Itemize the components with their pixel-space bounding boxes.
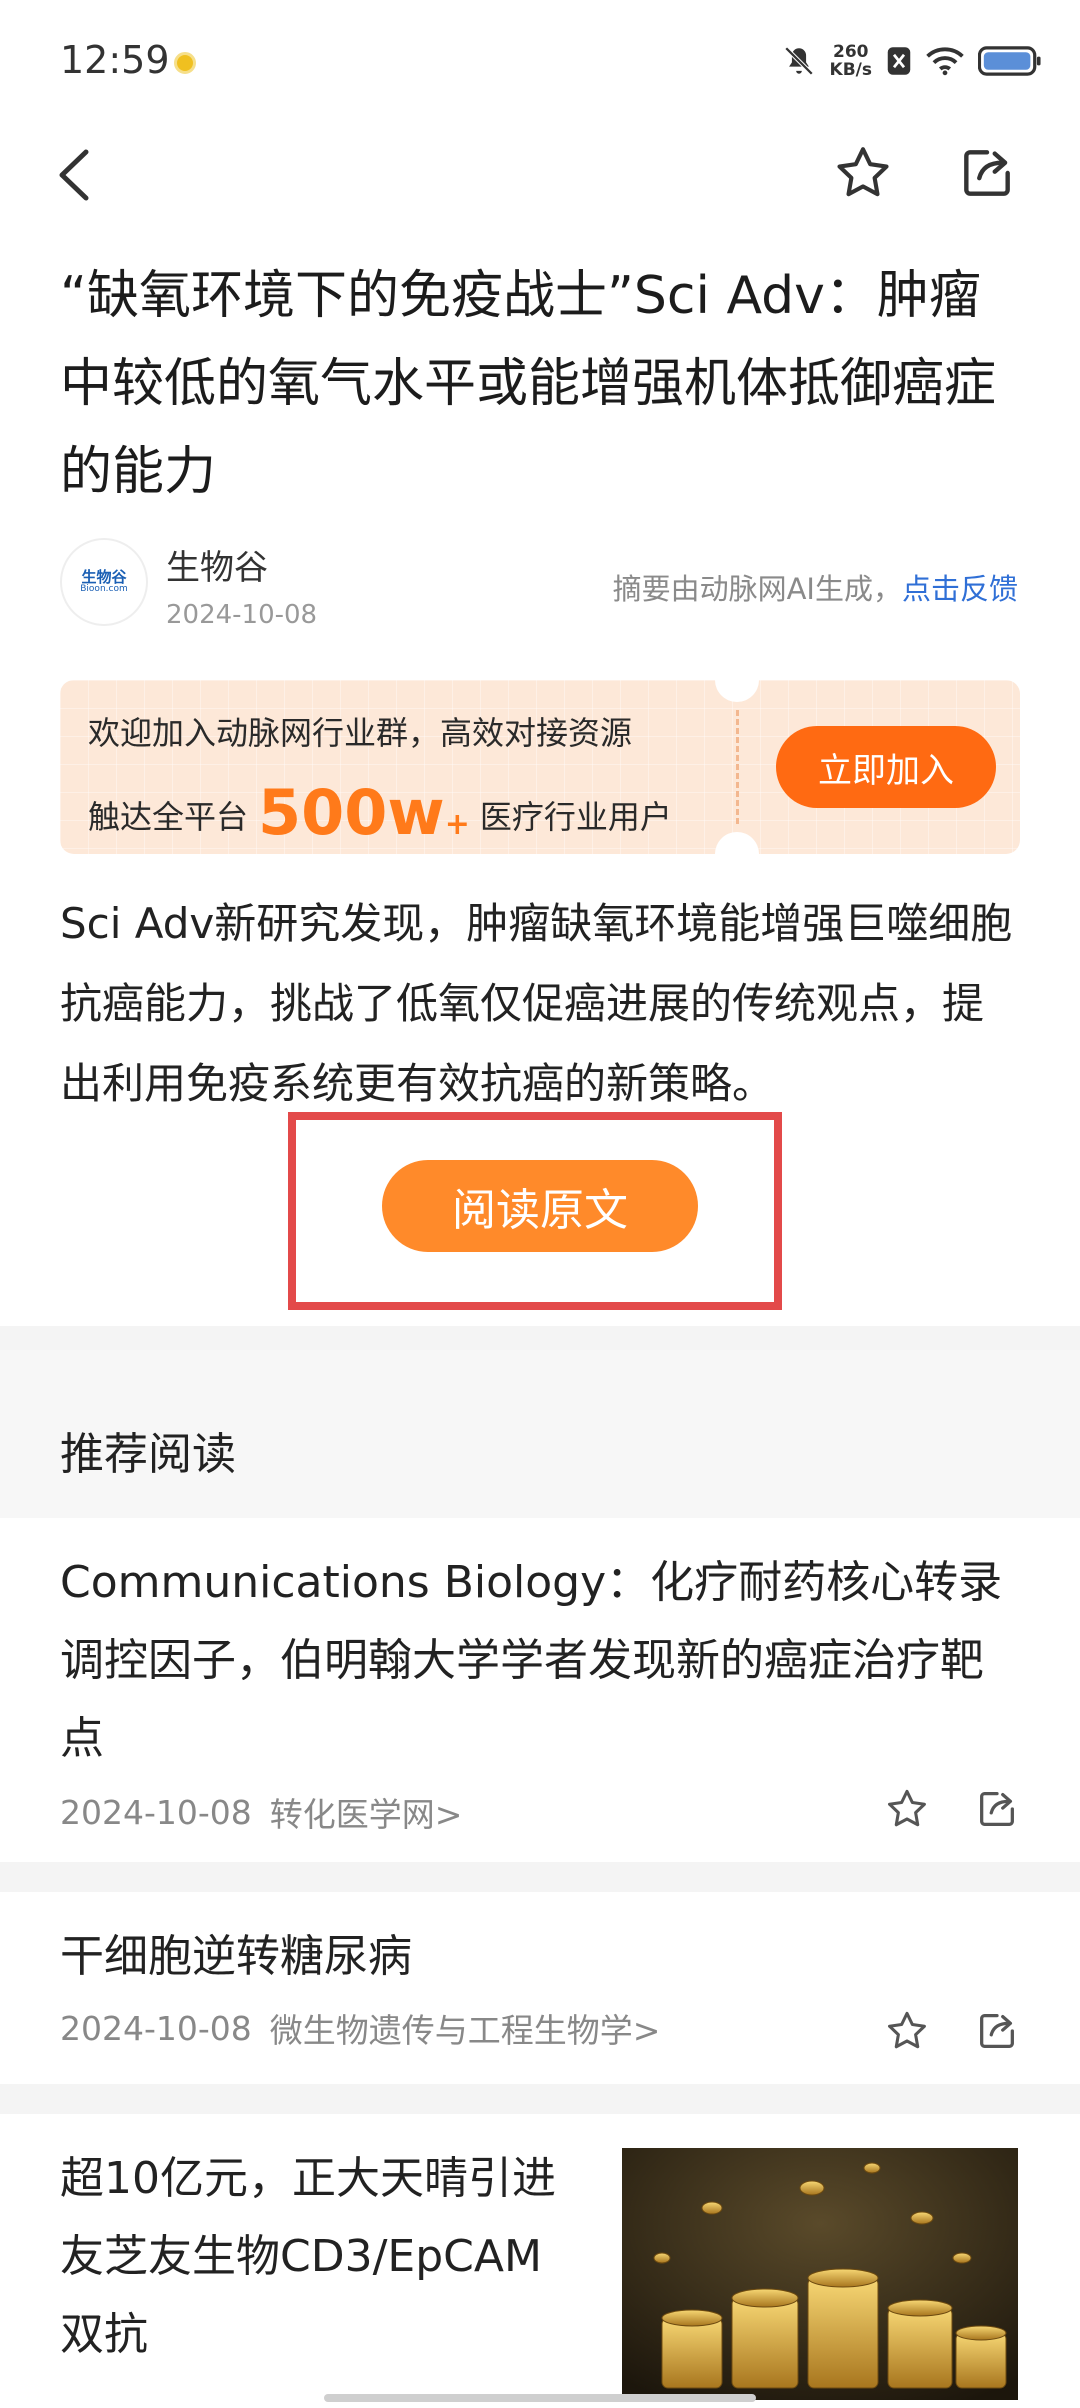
banner-notch-top [715, 680, 759, 702]
feedback-link[interactable]: 点击反馈 [902, 572, 1018, 606]
item-title[interactable]: 干细胞逆转糖尿病 [60, 1918, 1020, 1996]
article-title: “缺氧环境下的免疫战士”Sci Adv：肿瘤中较低的氧气水平或能增强机体抵御癌症… [60, 266, 997, 502]
battery-icon [978, 46, 1041, 76]
banner-line2-prefix: 触达全平台 [88, 798, 249, 836]
source-logo[interactable]: 生物谷 Bioon.com [60, 538, 148, 626]
share-icon[interactable] [974, 1786, 1020, 1832]
item-divider [0, 2084, 1080, 2114]
ai-note-text: 摘要由动脉网AI生成， [612, 572, 902, 606]
star-icon[interactable] [884, 2008, 930, 2054]
item-source[interactable]: 转化医学网> [270, 1788, 463, 1836]
recommend-title: 推荐阅读 [60, 1429, 236, 1480]
item-meta: 2024-10-08 转化医学网> [60, 1788, 1020, 1836]
join-now-button[interactable]: 立即加入 [776, 726, 996, 808]
read-original-button[interactable]: 阅读原文 [382, 1160, 698, 1252]
item-source[interactable]: 微生物遗传与工程生物学> [270, 2004, 661, 2052]
join-group-banner[interactable]: 欢迎加入动脉网行业群，高效对接资源 触达全平台 500w+ 医疗行业用户 立即加… [60, 680, 1020, 854]
status-icons: 260 KB/s [782, 38, 1042, 84]
list-item[interactable]: Communications Biology：化疗耐药核心转录调控因子，伯明翰大… [60, 1544, 1020, 1836]
item-thumbnail[interactable] [622, 2148, 1018, 2400]
item-title[interactable]: Communications Biology：化疗耐药核心转录调控因子，伯明翰大… [60, 1544, 1020, 1778]
item-date: 2024-10-08 [60, 2008, 252, 2048]
source-logo-sub: Bioon.com [80, 584, 128, 594]
banner-divider [736, 710, 739, 824]
favorite-button[interactable] [832, 142, 894, 204]
item-date: 2024-10-08 [60, 1792, 252, 1832]
net-speed: 260 KB/s [829, 42, 872, 80]
share-icon[interactable] [974, 2008, 1020, 2054]
status-time: 12:59 [60, 38, 170, 82]
mute-icon [784, 46, 813, 76]
back-button[interactable] [50, 140, 110, 210]
banner-line2: 触达全平台 500w+ 医疗行业用户 [88, 770, 672, 849]
banner-line2-suffix: 医疗行业用户 [479, 798, 672, 836]
article-summary: Sci Adv新研究发现，肿瘤缺氧环境能增强巨噬细胞抗癌能力，挑战了低氧仅促癌进… [60, 899, 1013, 1108]
star-icon [837, 147, 889, 197]
section-divider [0, 1326, 1080, 1350]
notification-dot-icon [174, 52, 196, 74]
star-icon[interactable] [884, 1786, 930, 1832]
banner-highlight: 500w+ [258, 776, 470, 849]
item-divider [0, 1862, 1080, 1892]
sim-icon [887, 47, 911, 75]
source-name[interactable]: 生物谷 [166, 540, 268, 589]
share-button[interactable] [956, 142, 1018, 204]
article-date: 2024-10-08 [166, 600, 318, 630]
coins-image [622, 2148, 1018, 2400]
share-icon [964, 150, 1010, 196]
item-title[interactable]: 超10亿元，正大天晴引进友芝友生物CD3/EpCAM双抗 [60, 2140, 580, 2374]
ai-summary-note: 摘要由动脉网AI生成，点击反馈 [613, 566, 1018, 608]
list-item[interactable]: 超10亿元，正大天晴引进友芝友生物CD3/EpCAM双抗 [60, 2140, 580, 2374]
back-icon [59, 149, 89, 201]
source-logo-text: 生物谷 [81, 568, 127, 586]
list-item[interactable]: 干细胞逆转糖尿病 2024-10-08 微生物遗传与工程生物学> [60, 1918, 1020, 2052]
banner-line1: 欢迎加入动脉网行业群，高效对接资源 [88, 714, 633, 752]
home-indicator[interactable] [324, 2394, 756, 2402]
banner-notch-bottom [715, 832, 759, 854]
wifi-icon [926, 47, 964, 76]
item-meta: 2024-10-08 微生物遗传与工程生物学> [60, 2004, 1020, 2052]
